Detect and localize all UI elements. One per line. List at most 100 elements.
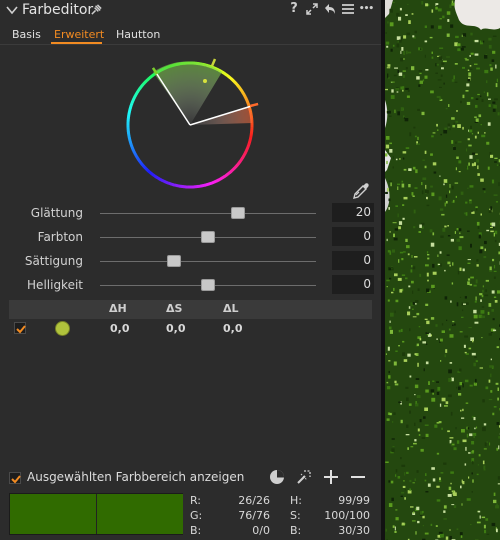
h-value: 99/99 xyxy=(338,494,370,507)
slider-farbton: Farbton 0 xyxy=(0,227,381,247)
leaf-speck xyxy=(412,511,415,514)
pie-range-icon[interactable] xyxy=(268,468,286,486)
leaf-speck xyxy=(451,201,453,203)
leaf-speck xyxy=(388,198,391,202)
hue-ring-segment xyxy=(128,139,132,143)
leaf-speck xyxy=(461,302,463,306)
slider-thumb[interactable] xyxy=(201,279,215,291)
hue-ring-segment xyxy=(128,105,133,109)
leaf-speck xyxy=(432,380,435,382)
leaf-speck xyxy=(481,294,484,298)
leaf-speck xyxy=(429,36,433,39)
leaf-speck xyxy=(416,76,420,80)
leaf-speck xyxy=(398,401,402,404)
hue-ring-segment xyxy=(139,161,144,166)
leaf-speck xyxy=(397,213,399,218)
hue-ring-segment xyxy=(243,95,248,99)
slider-thumb[interactable] xyxy=(167,255,181,267)
leaf-speck xyxy=(473,435,475,439)
slider-value-field[interactable]: 0 xyxy=(332,251,374,270)
slider-track[interactable] xyxy=(100,213,316,214)
pin-icon[interactable] xyxy=(90,3,103,16)
leaf-speck xyxy=(493,499,497,504)
tab-erweitert[interactable]: Erweitert xyxy=(54,28,104,41)
leaf-speck xyxy=(488,37,492,41)
leaf-speck xyxy=(441,67,444,70)
leaf-speck xyxy=(397,69,400,74)
eyedropper-icon[interactable] xyxy=(351,181,371,201)
s-value: 100/100 xyxy=(324,509,370,522)
handle-tick-yellow[interactable] xyxy=(210,58,217,67)
leaf-speck xyxy=(476,521,481,524)
leaf-speck xyxy=(401,464,406,467)
leaf-speck xyxy=(474,321,479,324)
leaf-speck xyxy=(472,460,474,465)
s-label: S: xyxy=(290,509,301,522)
handle-tick-red[interactable] xyxy=(249,102,259,108)
leaf-speck xyxy=(473,309,477,314)
hue-ring-segment xyxy=(221,175,226,180)
leaf-speck xyxy=(391,497,394,502)
table-row[interactable]: 0,0 0,0 0,0 xyxy=(9,319,372,339)
leaf-speck xyxy=(422,177,427,181)
hue-ring-segment xyxy=(135,91,139,95)
leaf-speck xyxy=(436,381,439,383)
remove-color-icon[interactable] xyxy=(349,468,367,486)
slider-thumb[interactable] xyxy=(231,207,245,219)
leaf-speck xyxy=(484,294,489,297)
selected-color-point[interactable] xyxy=(203,79,207,83)
leaf-speck xyxy=(400,107,404,111)
leaf-speck xyxy=(445,349,448,353)
leaf-speck xyxy=(389,277,392,280)
leaf-speck xyxy=(476,473,479,476)
leaf-speck xyxy=(405,434,410,436)
help-icon[interactable]: ? xyxy=(287,2,301,16)
leaf-speck xyxy=(452,324,454,326)
add-color-icon[interactable] xyxy=(322,468,340,486)
reset-icon[interactable] xyxy=(323,2,337,16)
leaf-speck xyxy=(389,412,392,416)
leaf-speck xyxy=(431,397,436,402)
slider-value-field[interactable]: 20 xyxy=(332,203,374,222)
tab-basis[interactable]: Basis xyxy=(12,28,41,41)
leaf-speck xyxy=(422,341,426,344)
leaf-speck xyxy=(392,421,394,423)
leaf-speck xyxy=(489,442,491,446)
leaf-speck xyxy=(388,375,391,379)
leaf-speck xyxy=(474,356,477,359)
color-wheel[interactable] xyxy=(112,55,268,195)
leaf-speck xyxy=(413,442,417,445)
leaf-speck xyxy=(456,238,461,242)
leaf-speck xyxy=(448,369,452,374)
menu-icon[interactable] xyxy=(341,2,355,16)
expand-icon[interactable] xyxy=(305,2,319,16)
slider-track[interactable] xyxy=(100,261,316,262)
hue-ring-segment xyxy=(247,141,252,145)
tab-hautton[interactable]: Hautton xyxy=(116,28,160,41)
hue-ring-segment xyxy=(129,102,134,107)
slider-label: Glättung xyxy=(30,206,83,220)
row-checkbox[interactable] xyxy=(14,322,26,334)
leaf-speck xyxy=(490,230,494,233)
leaf-speck xyxy=(439,97,442,100)
range-picker-icon[interactable] xyxy=(295,468,313,486)
show-range-checkbox[interactable] xyxy=(9,472,21,484)
hue-ring-segment xyxy=(141,82,146,87)
leaf-speck xyxy=(451,117,455,120)
leaf-speck xyxy=(460,100,462,104)
leaf-speck xyxy=(447,261,451,265)
color-swatch[interactable] xyxy=(55,321,70,336)
leaf-speck xyxy=(408,20,411,24)
slider-thumb[interactable] xyxy=(201,231,215,243)
leaf-speck xyxy=(494,157,498,159)
slider-value-field[interactable]: 0 xyxy=(332,227,374,246)
leaf-speck xyxy=(390,312,394,317)
hue-ring-segment xyxy=(150,172,155,177)
leaf-speck xyxy=(442,228,446,232)
chevron-down-icon[interactable] xyxy=(5,3,19,17)
leaf-speck xyxy=(410,269,413,273)
show-range-label[interactable]: Ausgewählten Farbbereich anzeigen xyxy=(27,470,244,484)
slider-value-field[interactable]: 0 xyxy=(332,275,374,294)
hue-ring-segment xyxy=(144,166,148,171)
more-icon[interactable]: ••• xyxy=(357,2,375,16)
